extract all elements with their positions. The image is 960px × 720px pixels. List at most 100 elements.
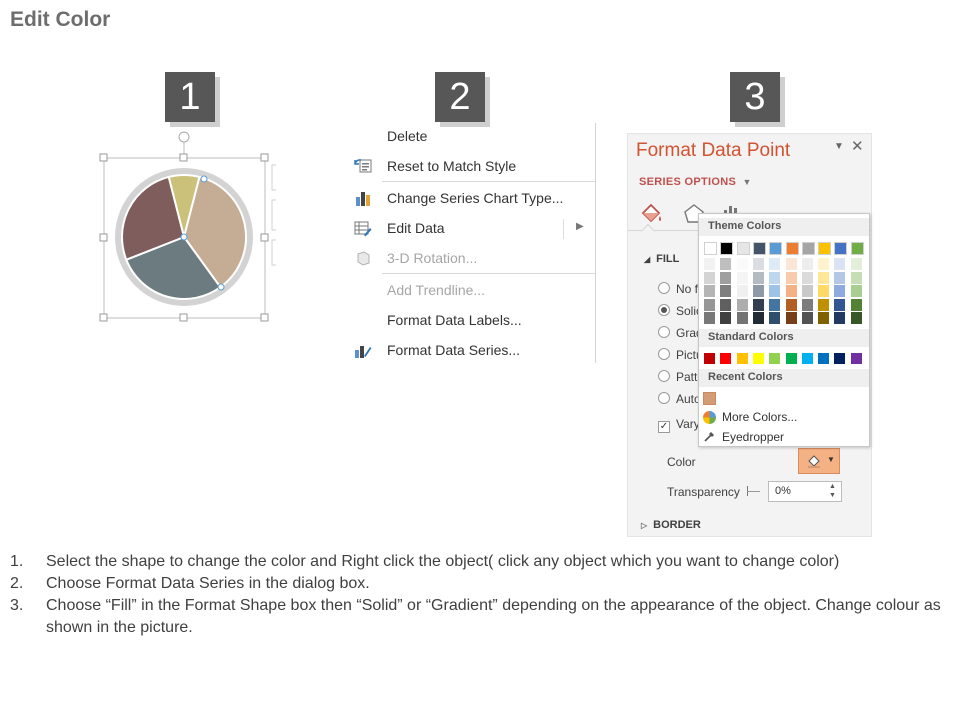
- menu-item-change-chart-type[interactable]: Change Series Chart Type...: [350, 186, 595, 212]
- radio-button[interactable]: [658, 326, 670, 338]
- theme-color-shade-swatch[interactable]: [720, 285, 732, 297]
- fill-option-automatic[interactable]: Auto: [658, 392, 701, 406]
- theme-color-swatch[interactable]: [769, 242, 783, 255]
- theme-color-shade-swatch[interactable]: [736, 298, 748, 311]
- theme-color-shade-swatch[interactable]: [785, 298, 797, 311]
- resize-handle[interactable]: [260, 233, 269, 242]
- theme-color-shade-swatch[interactable]: [818, 258, 830, 270]
- theme-color-swatch[interactable]: [752, 242, 766, 255]
- theme-color-shade-swatch[interactable]: [801, 312, 813, 324]
- resize-handle[interactable]: [260, 153, 269, 162]
- theme-color-shade-swatch[interactable]: [785, 258, 797, 270]
- theme-color-shade-swatch[interactable]: [704, 258, 715, 270]
- theme-color-shade-swatch[interactable]: [818, 312, 830, 324]
- theme-color-shade-swatch[interactable]: [801, 285, 813, 297]
- theme-color-shade-swatch[interactable]: [704, 271, 715, 284]
- transparency-slider[interactable]: [746, 486, 760, 496]
- theme-color-shade-swatch[interactable]: [850, 285, 862, 297]
- pane-options-arrow-icon[interactable]: ▼: [834, 141, 844, 152]
- recent-color-swatch[interactable]: [703, 392, 716, 405]
- theme-color-shade-swatch[interactable]: [769, 258, 781, 270]
- theme-color-shade-swatch[interactable]: [850, 258, 862, 270]
- theme-color-shade-swatch[interactable]: [720, 298, 732, 311]
- theme-color-shade-swatch[interactable]: [769, 285, 781, 297]
- theme-color-shade-swatch[interactable]: [752, 298, 764, 311]
- theme-color-shade-swatch[interactable]: [704, 298, 715, 311]
- standard-color-swatch[interactable]: [736, 353, 748, 364]
- resize-handle[interactable]: [99, 153, 108, 162]
- theme-color-shade-swatch[interactable]: [752, 312, 764, 324]
- point-handle[interactable]: [217, 283, 225, 291]
- theme-color-shade-swatch[interactable]: [818, 285, 830, 297]
- theme-color-shade-swatch[interactable]: [752, 258, 764, 270]
- theme-color-shade-swatch[interactable]: [850, 271, 862, 284]
- theme-color-shade-swatch[interactable]: [801, 298, 813, 311]
- theme-color-shade-swatch[interactable]: [704, 312, 715, 324]
- pie-chart-selection[interactable]: [90, 125, 280, 335]
- fill-option-no-fill[interactable]: No f: [658, 282, 698, 296]
- standard-color-swatch[interactable]: [769, 353, 781, 364]
- theme-color-shade-swatch[interactable]: [785, 285, 797, 297]
- theme-color-shade-swatch[interactable]: [834, 298, 846, 311]
- theme-color-shade-swatch[interactable]: [785, 271, 797, 284]
- theme-color-shade-swatch[interactable]: [850, 312, 862, 324]
- eyedropper-item[interactable]: Eyedropper: [722, 430, 784, 444]
- close-icon[interactable]: ✕: [851, 137, 864, 155]
- theme-color-shade-swatch[interactable]: [850, 298, 862, 311]
- theme-color-shade-swatch[interactable]: [704, 285, 715, 297]
- fill-option-solid[interactable]: Solic: [658, 304, 702, 318]
- standard-color-swatch[interactable]: [785, 353, 797, 364]
- rotate-handle-icon[interactable]: [178, 131, 190, 143]
- theme-color-swatch[interactable]: [834, 242, 848, 255]
- theme-color-shade-swatch[interactable]: [818, 298, 830, 311]
- radio-button[interactable]: [658, 282, 670, 294]
- border-section-header[interactable]: ▷ BORDER: [641, 519, 701, 531]
- theme-color-swatch[interactable]: [850, 242, 864, 255]
- spinner-arrows-icon[interactable]: ▲ ▼: [829, 482, 836, 500]
- resize-handle[interactable]: [99, 233, 108, 242]
- theme-color-shade-swatch[interactable]: [736, 271, 748, 284]
- theme-color-shade-swatch[interactable]: [720, 258, 732, 270]
- menu-item-reset-style[interactable]: Reset to Match Style: [350, 154, 595, 180]
- standard-color-swatch[interactable]: [704, 353, 715, 364]
- theme-color-shade-swatch[interactable]: [736, 312, 748, 324]
- menu-item-format-data-series[interactable]: Format Data Series...: [350, 338, 595, 364]
- theme-color-shade-swatch[interactable]: [834, 258, 846, 270]
- theme-color-swatch[interactable]: [720, 242, 734, 255]
- theme-color-shade-swatch[interactable]: [769, 271, 781, 284]
- standard-color-swatch[interactable]: [801, 353, 813, 364]
- theme-color-shade-swatch[interactable]: [752, 271, 764, 284]
- theme-color-shade-swatch[interactable]: [801, 271, 813, 284]
- menu-item-delete[interactable]: Delete: [350, 124, 595, 150]
- resize-handle[interactable]: [99, 313, 108, 322]
- radio-button-selected[interactable]: [658, 304, 670, 316]
- more-colors-item[interactable]: More Colors...: [722, 410, 797, 424]
- standard-color-swatch[interactable]: [818, 353, 830, 364]
- fill-option-gradient[interactable]: Grad: [658, 326, 703, 340]
- transparency-input[interactable]: 0% ▲ ▼: [768, 481, 842, 502]
- theme-color-shade-swatch[interactable]: [720, 312, 732, 324]
- radio-button[interactable]: [658, 392, 670, 404]
- resize-handle[interactable]: [179, 153, 188, 162]
- theme-color-shade-swatch[interactable]: [818, 271, 830, 284]
- theme-color-shade-swatch[interactable]: [720, 271, 732, 284]
- theme-color-swatch[interactable]: [785, 242, 799, 255]
- point-handle[interactable]: [180, 233, 188, 241]
- theme-color-shade-swatch[interactable]: [769, 298, 781, 311]
- radio-button[interactable]: [658, 348, 670, 360]
- standard-color-swatch[interactable]: [720, 353, 732, 364]
- theme-color-shade-swatch[interactable]: [834, 271, 846, 284]
- theme-color-shade-swatch[interactable]: [801, 258, 813, 270]
- theme-color-shade-swatch[interactable]: [785, 312, 797, 324]
- standard-color-swatch[interactable]: [834, 353, 846, 364]
- point-handle[interactable]: [200, 175, 208, 183]
- theme-color-swatch[interactable]: [818, 242, 832, 255]
- resize-handle[interactable]: [179, 313, 188, 322]
- theme-color-shade-swatch[interactable]: [834, 312, 846, 324]
- theme-color-shade-swatch[interactable]: [769, 312, 781, 324]
- theme-color-swatch[interactable]: [801, 242, 815, 255]
- fill-section-header[interactable]: ◢ FILL: [644, 253, 679, 265]
- vary-colors-checkbox[interactable]: ✓ Vary: [658, 417, 700, 433]
- menu-item-format-data-labels[interactable]: Format Data Labels...: [350, 308, 595, 334]
- fill-option-picture[interactable]: Pictu: [658, 348, 703, 362]
